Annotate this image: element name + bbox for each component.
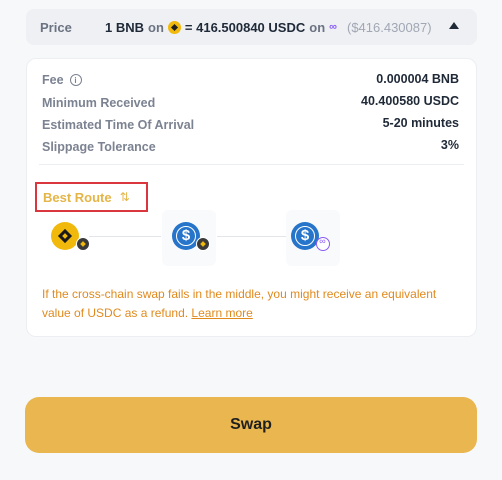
- slippage-value: 3%: [440, 138, 459, 152]
- bnb-chain-icon: [196, 237, 210, 251]
- info-icon[interactable]: i: [69, 74, 82, 86]
- price-on-text-2: on: [309, 19, 326, 35]
- fee-value: 0.000004 BNB: [376, 72, 459, 86]
- slippage-label: Slippage Tolerance: [42, 140, 156, 154]
- swap-page: Price 1 BNB on = 416.500840 USDC on ∞ ($…: [0, 0, 502, 480]
- refund-warning: If the cross-chain swap fails in the mid…: [42, 285, 462, 323]
- price-from-amount: 1 BNB: [105, 19, 145, 35]
- best-route-label: Best Route: [43, 189, 112, 205]
- swap-details-card: Fee i 0.000004 BNB Minimum Received 40.4…: [26, 58, 477, 337]
- bnb-icon: [51, 222, 79, 250]
- eta-label: Estimated Time Of Arrival: [42, 118, 195, 132]
- bnb-chain-icon: [167, 20, 181, 34]
- fee-label: Fee: [42, 73, 64, 87]
- price-equals: = 416.500840 USDC: [184, 19, 306, 35]
- min-received-value: 40.400580 USDC: [361, 94, 459, 108]
- eta-value: 5-20 minutes: [382, 116, 459, 130]
- price-label: Price: [40, 19, 72, 35]
- usdc-icon: [291, 222, 319, 250]
- price-row[interactable]: Price 1 BNB on = 416.500840 USDC on ∞ ($…: [26, 9, 477, 45]
- price-on-text: on: [148, 19, 164, 35]
- learn-more-link[interactable]: Learn more: [191, 306, 252, 320]
- route-icon: ⇅: [119, 190, 130, 204]
- best-route-header: Best Route ⇅: [35, 182, 148, 212]
- swap-panel: Price 1 BNB on = 416.500840 USDC on ∞ ($…: [0, 0, 502, 480]
- swap-button[interactable]: Swap: [25, 397, 477, 453]
- route-connector: [217, 236, 289, 237]
- fee-row: Fee i: [42, 73, 82, 87]
- price-usd-approx: ($416.430087): [346, 19, 432, 35]
- min-received-label: Minimum Received: [42, 96, 156, 110]
- route-connector: [89, 236, 161, 237]
- link-chain-icon: [316, 236, 330, 251]
- divider: [39, 164, 464, 165]
- price-value: 1 BNB on = 416.500840 USDC on ∞ ($416.43…: [105, 20, 432, 35]
- collapse-caret-icon[interactable]: [449, 22, 459, 29]
- link-chain-icon: ∞: [329, 21, 337, 33]
- bnb-chain-icon: [76, 237, 90, 251]
